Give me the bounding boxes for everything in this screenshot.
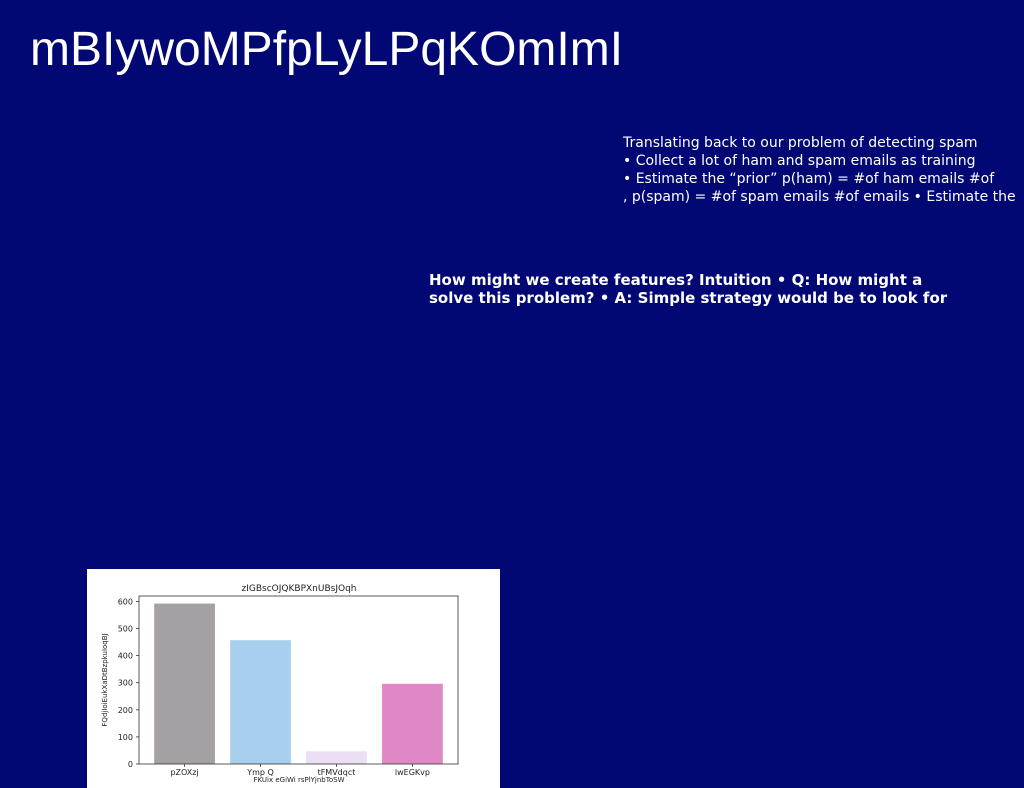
chart-title: zIGBscOJQKBPXnUBsJOqh (242, 584, 357, 594)
x-tick-label: tFMVdqct (318, 768, 356, 777)
x-tick-label: lwEGKvp (395, 768, 430, 777)
bar-chart: zIGBscOJQKBPXnUBsJOqh FKUix eGiWi rsPlYj… (101, 584, 459, 784)
bar-3 (382, 683, 443, 764)
x-tick-label: pZOXzj (170, 768, 198, 777)
y-tick-label: 200 (118, 706, 133, 715)
bar-1 (230, 640, 291, 764)
body-line: • Collect a lot of ham and spam emails a… (623, 153, 976, 169)
y-tick-label: 400 (118, 652, 133, 661)
bars-layer (154, 603, 443, 764)
body-text-block: Translating back to our problem of detec… (623, 134, 1023, 206)
body-line: , p(spam) = #of spam emails #of emails •… (623, 189, 1016, 205)
y-tick-label: 600 (118, 597, 133, 606)
bold-line: How might we create features? Intuition … (429, 271, 923, 289)
y-tick-label: 500 (118, 625, 133, 634)
y-tick-label: 100 (118, 733, 133, 742)
body-line: • Estimate the “prior” p(ham) = #of ham … (623, 171, 995, 187)
y-tick-label: 0 (128, 760, 133, 769)
x-axis-label: FKUix eGiWi rsPlYjnbToSW (253, 776, 344, 784)
bold-text-block: How might we create features? Intuition … (429, 271, 989, 307)
slide-title: mBIywoMPfpLyLPqKOmImI (30, 23, 624, 76)
bar-0 (154, 603, 215, 764)
x-tick-label: Ymp Q (246, 768, 274, 777)
bold-line: solve this problem? • A: Simple strategy… (429, 289, 948, 307)
bar-chart-panel: zIGBscOJQKBPXnUBsJOqh FKUix eGiWi rsPlYj… (87, 569, 500, 788)
y-axis-label: FQdjIoiEukXaDtBzpkuIoqBJ (101, 633, 109, 726)
bar-2 (306, 751, 367, 764)
body-line: Translating back to our problem of detec… (623, 135, 978, 151)
y-tick-label: 300 (118, 679, 133, 688)
